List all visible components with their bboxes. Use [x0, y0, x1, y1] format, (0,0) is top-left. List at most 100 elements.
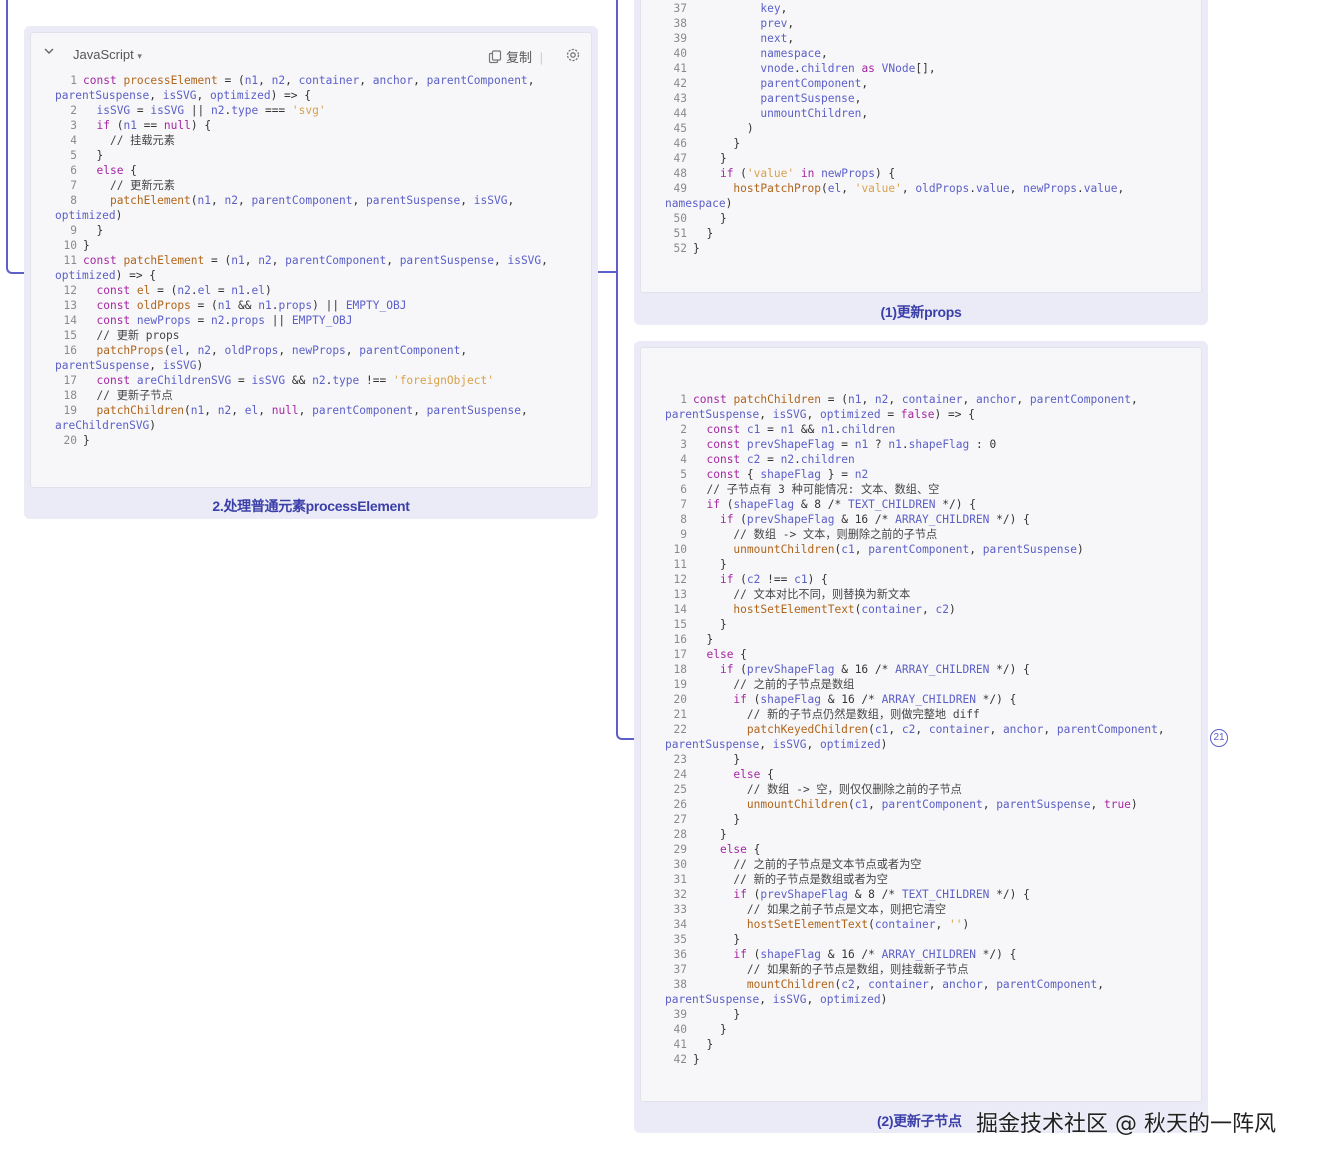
code-line: 16 }: [665, 632, 1165, 647]
line-number: 20: [63, 434, 77, 447]
code-line: 39 }: [665, 1007, 1165, 1022]
code-line: 1 const processElement = (n1, n2, contain…: [55, 73, 548, 88]
code-card-process-element: JavaScript ▾ 复制 | 1 const processElement …: [24, 26, 598, 519]
tree-connector-left: [6, 0, 26, 274]
code-line: 38 mountChildren(c2, container, anchor, …: [665, 977, 1165, 992]
code-line: 15 // 更新 props: [55, 328, 548, 343]
line-number: 17: [673, 648, 687, 661]
code-line: parentSuspense, isSVG, optimized = false…: [641, 407, 1165, 422]
line-text: hostSetElementText(container, ''): [746, 918, 970, 931]
code-line: 17 else {: [665, 647, 1165, 662]
line-text: }: [693, 633, 714, 646]
line-text: // 数组 -> 文本，则删除之前的子节点: [733, 528, 938, 541]
line-text: isSVG = isSVG || n2.type === 'svg': [96, 104, 326, 117]
line-number: 45: [673, 122, 687, 135]
line-text: const c1 = n1 && n1.children: [706, 423, 896, 436]
line-number: 9: [70, 224, 77, 237]
code-line: 39 next,: [665, 31, 1124, 46]
code-line: 7 if (shapeFlag & 8 /* TEXT_CHILDREN */)…: [665, 497, 1165, 512]
code-line: 28 }: [665, 827, 1165, 842]
copy-icon: [489, 50, 502, 64]
line-text: patchKeyedChildren(c1, c2, container, an…: [746, 723, 1165, 736]
line-number: 48: [673, 167, 687, 180]
line-text: const c2 = n2.children: [706, 453, 855, 466]
line-number: 43: [673, 92, 687, 105]
line-number: 42: [673, 1053, 687, 1066]
code-line: 18 if (prevShapeFlag & 16 /* ARRAY_CHILD…: [665, 662, 1165, 677]
line-text: }: [83, 149, 104, 162]
line-number: 52: [673, 242, 687, 255]
line-text: optimized): [55, 209, 123, 222]
gear-icon[interactable]: [565, 47, 581, 63]
line-text: parentSuspense,: [760, 92, 862, 105]
line-number: 26: [673, 798, 687, 811]
line-number: 7: [70, 179, 77, 192]
code-line: 36 if (shapeFlag & 16 /* ARRAY_CHILDREN …: [665, 947, 1165, 962]
line-number: 3: [70, 119, 77, 132]
code-line: 22 patchKeyedChildren(c1, c2, container,…: [665, 722, 1165, 737]
line-text: ): [693, 122, 754, 135]
line-number: 19: [673, 678, 687, 691]
line-number: 47: [673, 152, 687, 165]
code-line: 16 patchProps(el, n2, oldProps, newProps…: [55, 343, 548, 358]
toolbar-divider: |: [539, 50, 543, 65]
code-line: 30 // 之前的子节点是文本节点或者为空: [665, 857, 1165, 872]
line-text: parentSuspense, isSVG, optimized = false…: [665, 408, 975, 421]
line-text: areChildrenSVG): [55, 419, 157, 432]
code-lines: 1 const patchChildren = (n1, n2, containe…: [665, 392, 1165, 1067]
code-line: 15 }: [665, 617, 1165, 632]
line-number: 11: [673, 558, 687, 571]
line-text: prev,: [760, 17, 795, 30]
code-line: 51 }: [665, 226, 1124, 241]
code-line: 41 vnode.children as VNode[],: [665, 61, 1124, 76]
code-line: 9 }: [55, 223, 548, 238]
line-text: // 挂载元素: [109, 134, 175, 147]
line-text: if (shapeFlag & 16 /* ARRAY_CHILDREN */)…: [733, 948, 1017, 961]
code-line: 24 else {: [665, 767, 1165, 782]
code-line: 12 if (c2 !== c1) {: [665, 572, 1165, 587]
code-line: optimized): [31, 208, 548, 223]
line-number: 32: [673, 888, 687, 901]
node-count-badge[interactable]: 21: [1210, 729, 1228, 747]
line-text: }: [83, 224, 104, 237]
line-text: }: [83, 239, 90, 252]
line-number: 1: [680, 393, 687, 406]
line-text: }: [693, 212, 727, 225]
code-line: 49 hostPatchProp(el, 'value', oldProps.v…: [665, 181, 1125, 196]
line-text: hostSetElementText(container, c2): [733, 603, 956, 616]
code-card-update-children: 1 const patchChildren = (n1, n2, containe…: [634, 341, 1208, 1133]
code-line: 47 }: [665, 151, 1124, 166]
line-number: 9: [680, 528, 687, 541]
line-text: const patchElement = (n1, n2, parentComp…: [83, 254, 548, 267]
line-text: patchChildren(n1, n2, el, null, parentCo…: [96, 404, 528, 417]
line-text: parentSuspense, isSVG, optimized): [665, 738, 888, 751]
code-line: 1 const patchChildren = (n1, n2, containe…: [665, 392, 1165, 407]
code-line: 5 }: [55, 148, 548, 163]
line-text: }: [693, 1023, 727, 1036]
line-text: else {: [96, 164, 137, 177]
line-number: 33: [673, 903, 687, 916]
line-number: 3: [680, 438, 687, 451]
code-line: 21 // 新的子节点仍然是数组，则做完整地 diff: [665, 707, 1165, 722]
code-line: 9 // 数组 -> 文本，则删除之前的子节点: [665, 527, 1165, 542]
line-text: // 更新 props: [96, 329, 180, 342]
language-selector[interactable]: JavaScript ▾: [73, 47, 142, 62]
code-lines: 37 key, 38 prev, 39 next, 40 namespace, 41 v…: [665, 1, 1124, 256]
code-line: 40 }: [665, 1022, 1165, 1037]
caret-down-icon: ▾: [137, 51, 142, 61]
line-text: else {: [733, 768, 774, 781]
chevron-down-icon[interactable]: [43, 45, 55, 57]
line-number: 4: [680, 453, 687, 466]
line-text: }: [693, 813, 741, 826]
code-line: 50 }: [665, 211, 1124, 226]
line-text: }: [693, 227, 714, 240]
line-number: 41: [673, 62, 687, 75]
watermark: 掘金技术社区 @ 秋天的一阵风: [976, 1112, 1276, 1137]
line-number: 34: [673, 918, 687, 931]
language-label: JavaScript: [73, 47, 134, 62]
line-text: const processElement = (n1, n2, containe…: [83, 74, 535, 87]
line-text: // 新的子节点仍然是数组，则做完整地 diff: [746, 708, 980, 721]
copy-button[interactable]: 复制 |: [488, 47, 543, 66]
line-text: }: [693, 1038, 714, 1051]
line-text: patchProps(el, n2, oldProps, newProps, p…: [96, 344, 468, 357]
